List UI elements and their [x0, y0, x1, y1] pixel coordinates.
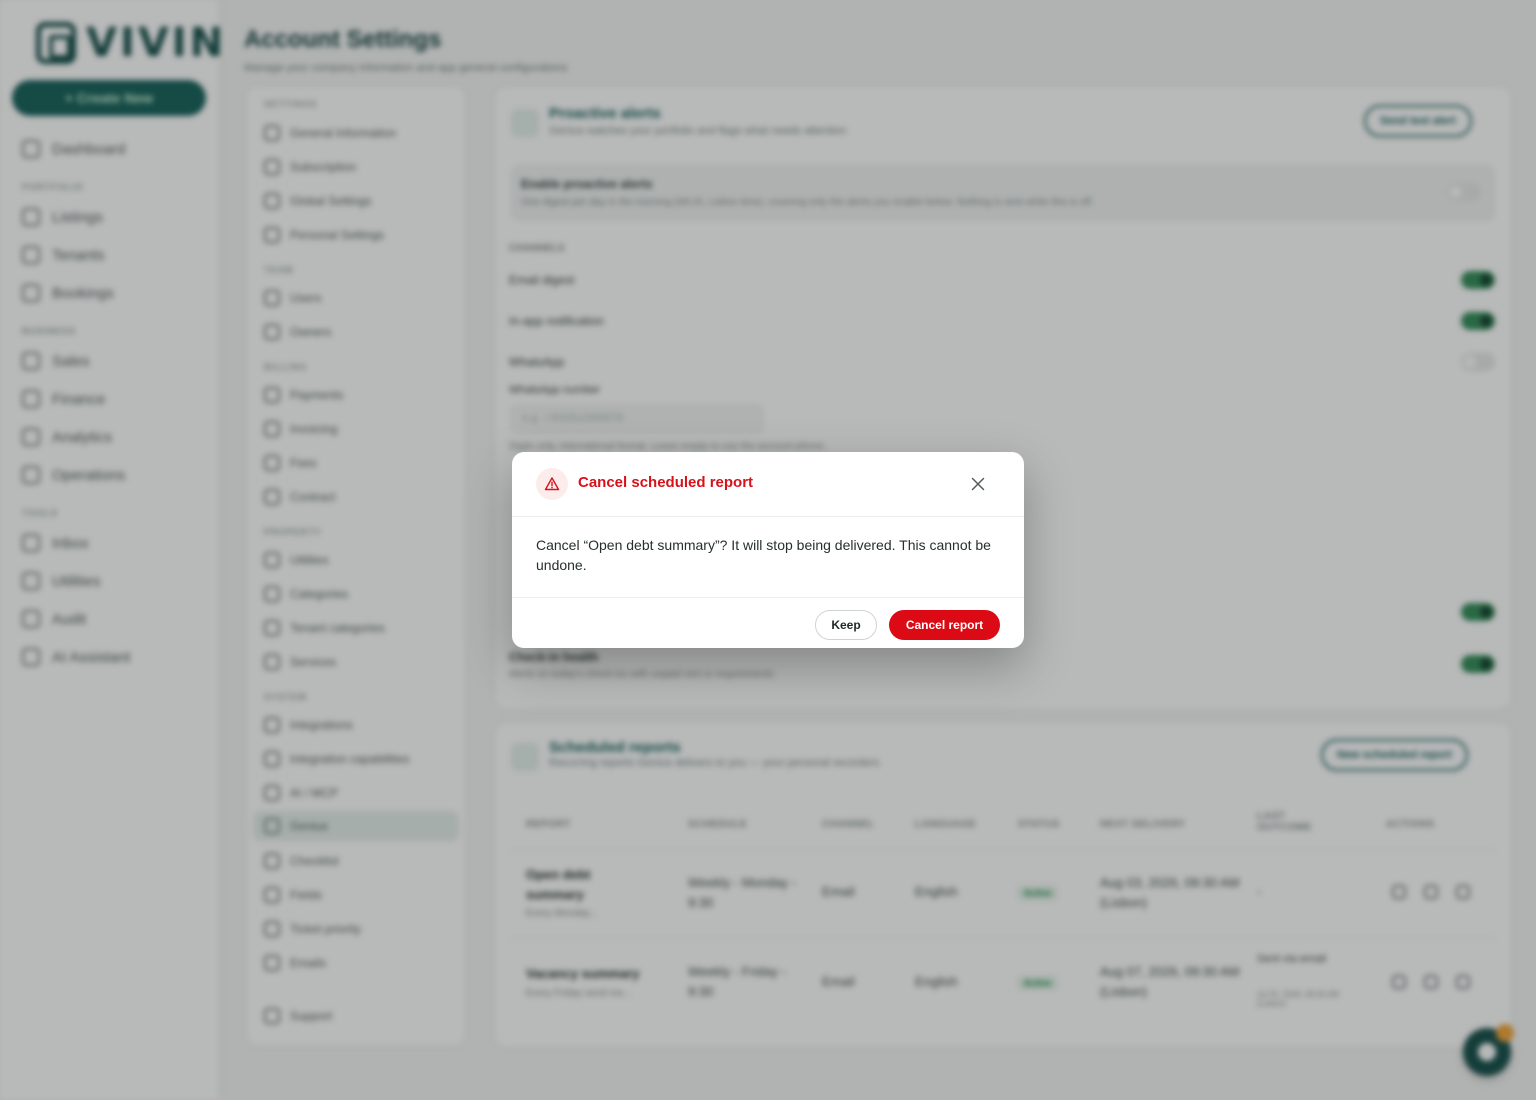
cancel-report-dialog: Cancel scheduled report Cancel “Open deb…: [512, 452, 1024, 648]
close-icon[interactable]: [964, 470, 992, 498]
dialog-header: Cancel scheduled report: [512, 452, 1024, 517]
dialog-title: Cancel scheduled report: [578, 474, 754, 491]
cancel-report-button[interactable]: Cancel report: [889, 610, 1000, 640]
keep-button[interactable]: Keep: [815, 610, 877, 640]
dialog-footer: Keep Cancel report: [512, 597, 1024, 648]
dialog-message: Cancel “Open debt summary”? It will stop…: [536, 537, 991, 573]
warning-icon: [536, 468, 568, 500]
